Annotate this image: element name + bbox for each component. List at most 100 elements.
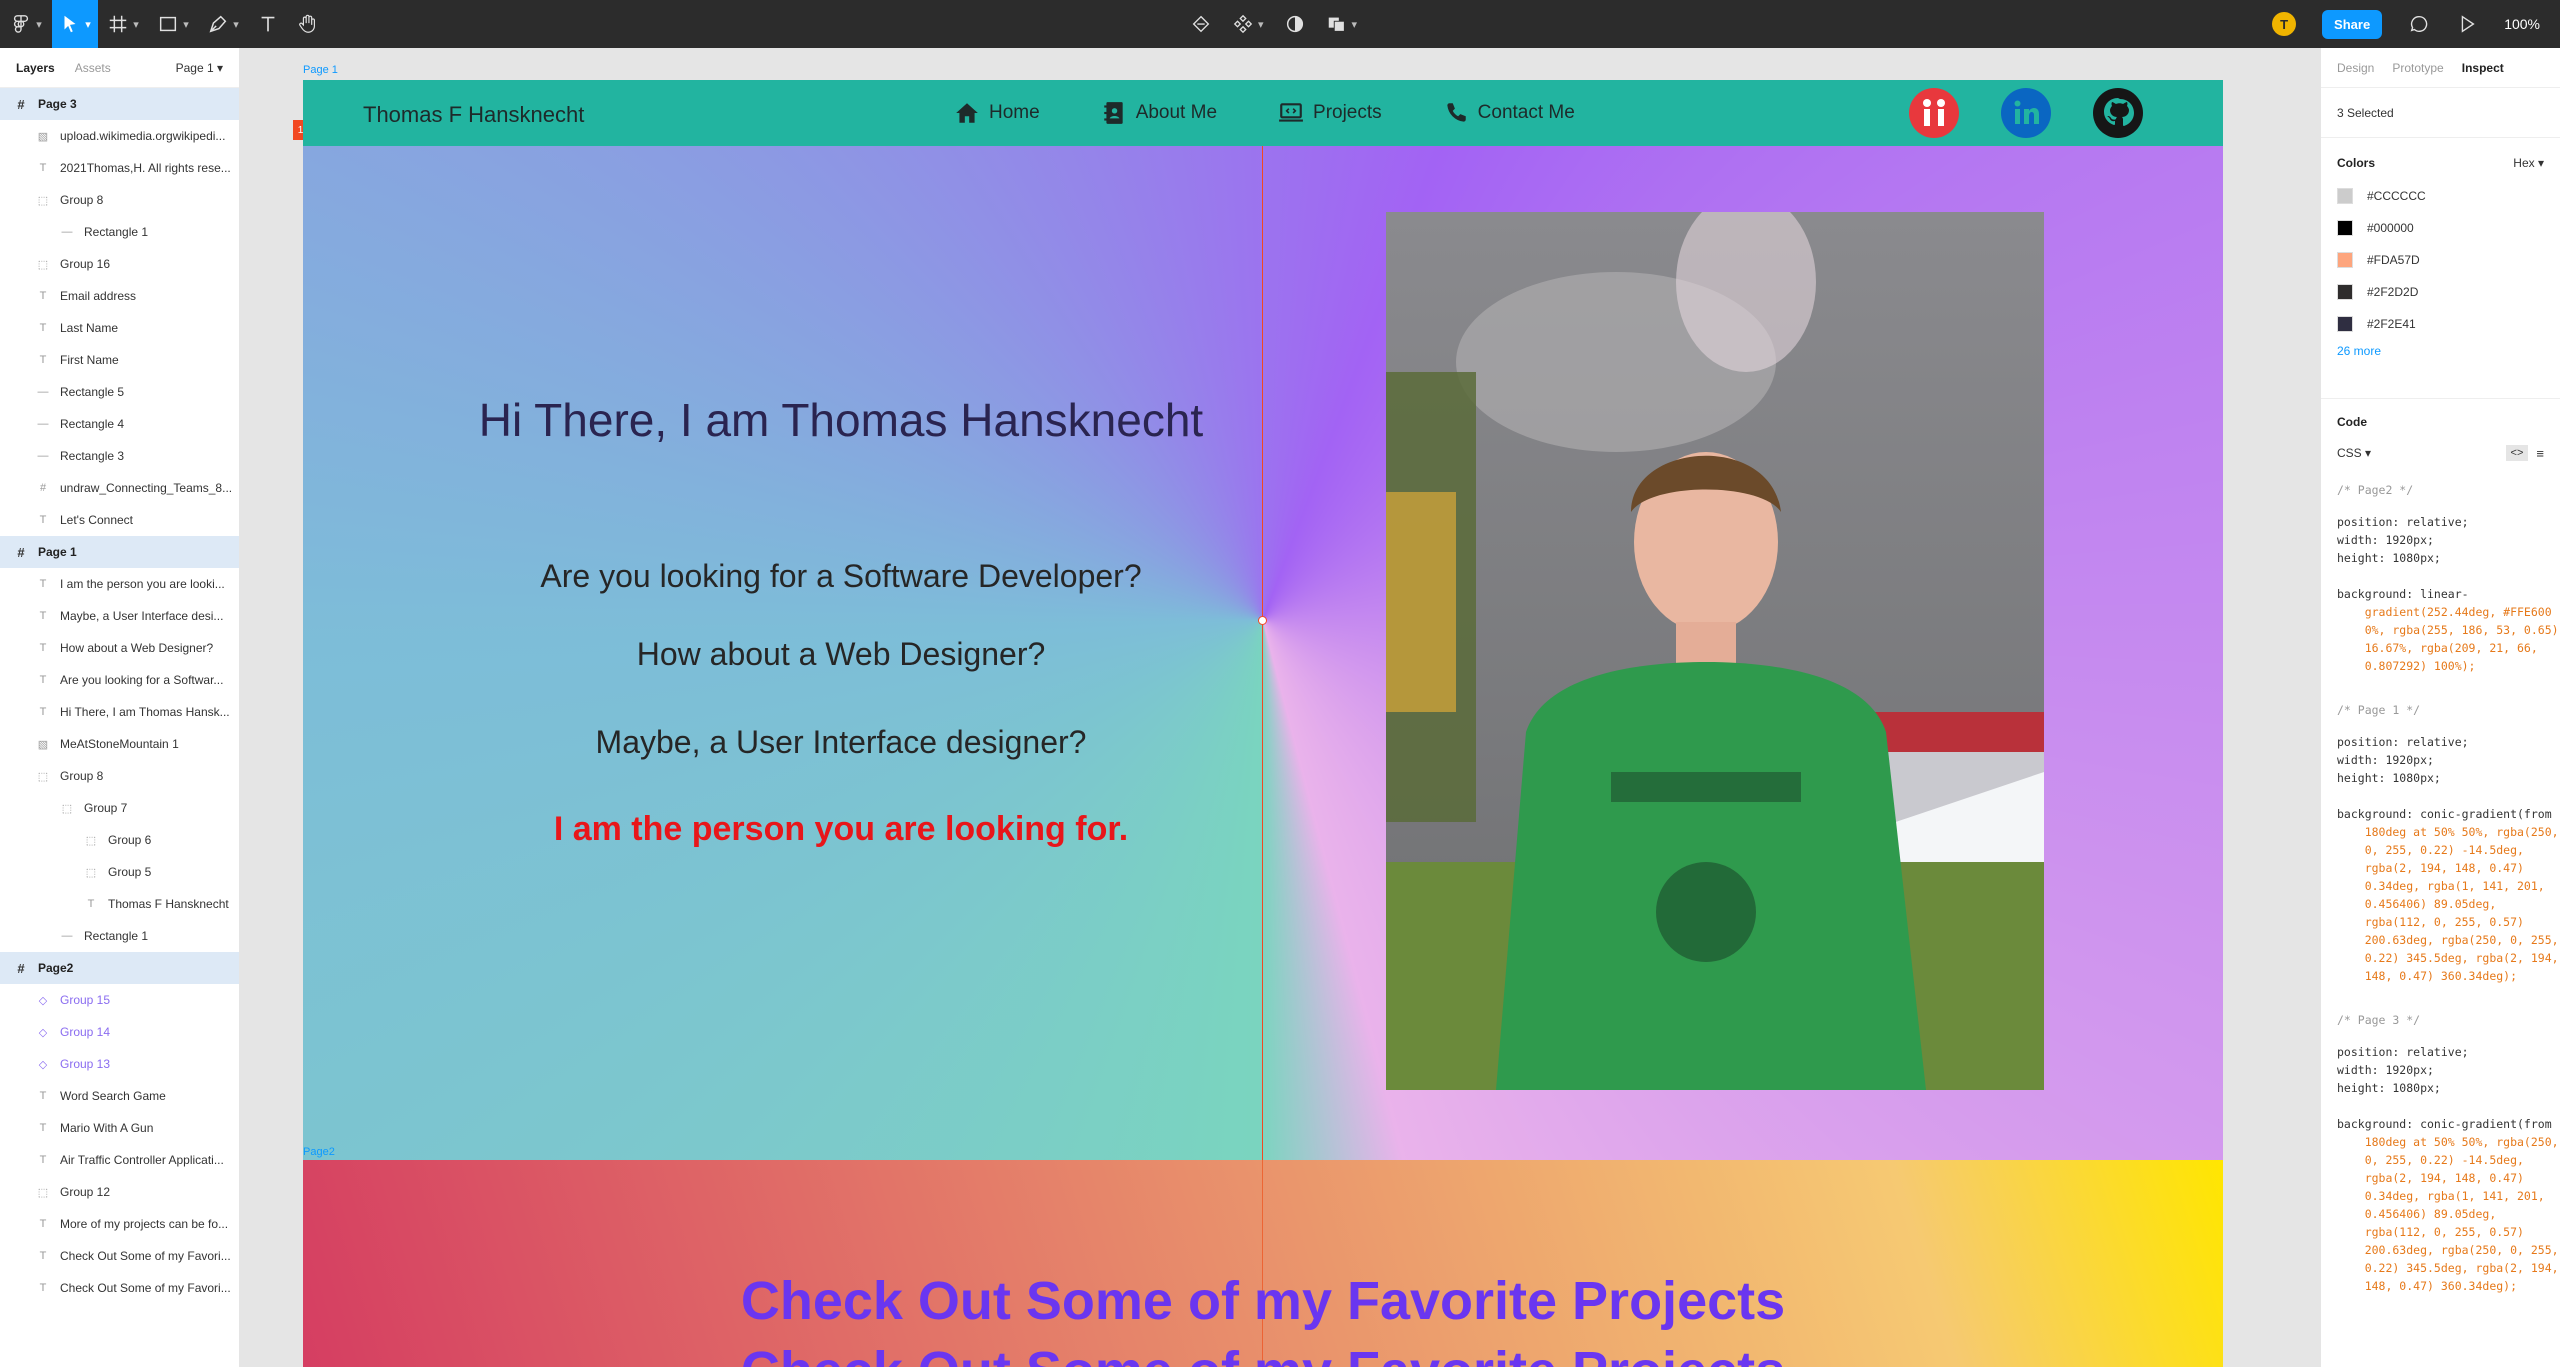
frame-tool-button[interactable]: ▾ [98,0,148,48]
code-view-icon[interactable]: <> [2505,445,2529,461]
page-selector[interactable]: Page 1 ▾ [176,61,223,75]
layer-row[interactable]: — Rectangle 1 [0,920,239,952]
layer-row[interactable]: T I am the person you are looki... [0,568,239,600]
layer-row[interactable]: ⬚ Group 7 [0,792,239,824]
shape-tool-button[interactable]: ▾ [148,0,198,48]
color-row[interactable]: #FDA57D [2321,244,2560,276]
layer-label: More of my projects can be fo... [60,1217,229,1231]
hero-title[interactable]: Hi There, I am Thomas Hansknecht [303,393,1379,447]
layer-page-14[interactable]: # Page 1 [0,536,239,568]
layer-row[interactable]: ⬚ Group 6 [0,824,239,856]
layer-row[interactable]: T Last Name [0,312,239,344]
boolean-button[interactable]: ▾ [1326,0,1357,48]
layer-row[interactable]: T Word Search Game [0,1080,239,1112]
frame-page1[interactable]: Thomas F Hansknecht Home About Me Projec… [303,80,2223,1367]
question-web-designer[interactable]: How about a Web Designer? [303,636,1379,673]
photo-me-at-stone-mountain[interactable] [1386,212,2044,1090]
pen-tool-button[interactable]: ▾ [198,0,248,48]
tab-inspect[interactable]: Inspect [2462,61,2504,75]
layer-row[interactable]: — Rectangle 4 [0,408,239,440]
layer-row[interactable]: # undraw_Connecting_Teams_8... [0,472,239,504]
layer-row[interactable]: T Are you looking for a Softwar... [0,664,239,696]
tab-design[interactable]: Design [2337,61,2374,75]
css-code-block[interactable]: /* Page 1 */ position: relative; width: 19… [2321,701,2560,985]
tab-assets[interactable]: Assets [75,61,111,75]
move-tool-button[interactable]: ▾ [52,0,98,48]
layer-row[interactable]: T Email address [0,280,239,312]
projects-title[interactable]: Check Out Some of my Favorite Projects [303,1270,2223,1332]
components-button[interactable]: ▾ [1232,0,1264,48]
color-row[interactable]: #000000 [2321,212,2560,244]
css-code-block[interactable]: /* Page 3 */ position: relative; width: 19… [2321,1011,2560,1295]
layer-page-27[interactable]: # Page2 [0,952,239,984]
css-code-block[interactable]: /* Page2 */ position: relative; width: 192… [2321,481,2560,675]
layer-row[interactable]: ⬚ Group 16 [0,248,239,280]
site-header[interactable]: Thomas F Hansknecht Home About Me Projec… [303,80,2223,146]
color-row[interactable]: #2F2E41 [2321,308,2560,340]
share-button[interactable]: Share [2322,9,2383,39]
frame-label-page1[interactable]: Page 1 [303,64,338,76]
layer-row[interactable]: ◇ Group 13 [0,1048,239,1080]
site-name[interactable]: Thomas F Hansknecht [363,102,584,128]
history-button[interactable] [1190,0,1212,48]
nav-projects[interactable]: Projects [1277,100,1382,126]
layer-page-0[interactable]: # Page 3 [0,88,239,120]
layer-row[interactable]: ◇ Group 14 [0,1016,239,1048]
linkedin-icon[interactable] [2001,88,2051,138]
layer-row[interactable]: T Check Out Some of my Favori... [0,1240,239,1272]
frame-label-page2[interactable]: Page2 [303,1146,335,1158]
layer-row[interactable]: — Rectangle 1 [0,216,239,248]
github-icon[interactable] [2093,88,2143,138]
layer-row[interactable]: ⬚ Group 8 [0,184,239,216]
tab-layers[interactable]: Layers [16,61,55,75]
main-menu-button[interactable]: ▾ [0,0,52,48]
text-tool-button[interactable] [248,0,288,48]
color-row[interactable]: #2F2D2D [2321,276,2560,308]
layer-row[interactable]: ▧ upload.wikimedia.orgwikipedi... [0,120,239,152]
list-view-icon[interactable]: ≡ [2536,446,2544,461]
layer-row[interactable]: ⬚ Group 8 [0,760,239,792]
frame-page2[interactable]: Page2 Check Out Some of my Favorite Proj… [303,1146,2223,1367]
present-button[interactable] [2456,0,2478,48]
nav-contact[interactable]: Contact Me [1442,100,1575,126]
layer-row[interactable]: T First Name [0,344,239,376]
layer-row[interactable]: — Rectangle 5 [0,376,239,408]
zoom-level[interactable]: 100% [2504,16,2540,32]
canvas[interactable]: Page 1 11 Thomas F Hansknecht Home About… [240,48,2320,1367]
projects-title-duplicate[interactable]: Check Out Some of my Favorite Projects [303,1340,2223,1367]
code-lang-select[interactable]: CSS ▾ [2337,446,2371,460]
layer-row[interactable]: T More of my projects can be fo... [0,1208,239,1240]
layer-row[interactable]: T Let's Connect [0,504,239,536]
hero-answer[interactable]: I am the person you are looking for. [303,810,1379,849]
code-line: 0, 255, 0.22) -14.5deg, [2337,843,2524,857]
hand-tool-button[interactable] [288,0,328,48]
layer-row[interactable]: T How about a Web Designer? [0,632,239,664]
layer-row[interactable]: T Mario With A Gun [0,1112,239,1144]
layer-row[interactable]: T Air Traffic Controller Applicati... [0,1144,239,1176]
layer-label: undraw_Connecting_Teams_8... [60,481,233,495]
layer-row[interactable]: ⬚ Group 5 [0,856,239,888]
layer-text-icon: T [87,898,95,910]
layer-row[interactable]: T Maybe, a User Interface desi... [0,600,239,632]
nav-about[interactable]: About Me [1100,100,1217,126]
layer-row[interactable]: ▧ MeAtStoneMountain 1 [0,728,239,760]
handshake-icon[interactable] [1909,88,1959,138]
comments-button[interactable] [2408,0,2430,48]
color-row[interactable]: #CCCCCC [2321,180,2560,212]
layer-row[interactable]: T 2021Thomas,H. All rights rese... [0,152,239,184]
layer-row[interactable]: ⬚ Group 12 [0,1176,239,1208]
nav-home[interactable]: Home [953,100,1040,126]
layer-row[interactable]: — Rectangle 3 [0,440,239,472]
mask-button[interactable] [1284,0,1306,48]
layer-row[interactable]: ◇ Group 15 [0,984,239,1016]
layer-row[interactable]: T Thomas F Hansknecht [0,888,239,920]
user-avatar[interactable]: T [2272,12,2297,36]
color-format-select[interactable]: Hex ▾ [2513,156,2544,170]
tab-prototype[interactable]: Prototype [2392,61,2443,75]
more-colors-link[interactable]: 26 more [2321,344,2560,358]
gradient-center-handle[interactable] [1258,616,1267,625]
layer-row[interactable]: T Hi There, I am Thomas Hansk... [0,696,239,728]
question-ui-designer[interactable]: Maybe, a User Interface designer? [303,724,1379,761]
question-software-developer[interactable]: Are you looking for a Software Developer… [303,558,1379,595]
layer-row[interactable]: T Check Out Some of my Favori... [0,1272,239,1304]
